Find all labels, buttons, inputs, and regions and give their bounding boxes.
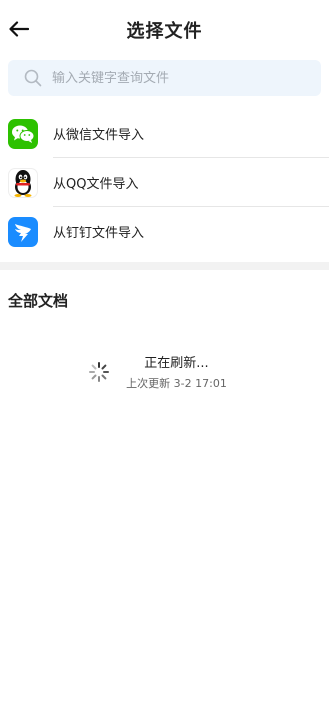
header: 选择文件 — [0, 0, 329, 60]
loading-status-text: 正在刷新... — [144, 356, 209, 371]
import-item-row: 从微信文件导入 — [53, 109, 329, 158]
search-input[interactable] — [52, 70, 292, 86]
arrow-left-icon — [9, 21, 29, 37]
section-title-all-documents: 全部文档 — [8, 292, 69, 310]
import-item-row: 从QQ文件导入 — [53, 158, 329, 207]
refresh-indicator: 正在刷新... 上次更新 3-2 17:01 — [0, 352, 329, 391]
last-updated-text: 上次更新 3-2 17:01 — [126, 377, 227, 390]
import-item-label: 从钉钉文件导入 — [53, 226, 145, 241]
page-title: 选择文件 — [126, 21, 203, 42]
wechat-icon — [8, 118, 38, 149]
loading-text-group: 正在刷新... 上次更新 3-2 17:01 — [126, 352, 227, 391]
search-icon — [24, 69, 42, 87]
import-item-row: 从钉钉文件导入 — [53, 207, 329, 256]
dingtalk-icon — [8, 216, 38, 247]
qq-penguin-icon — [8, 167, 38, 198]
search-bar[interactable] — [8, 60, 321, 96]
import-item-label: 从微信文件导入 — [53, 127, 145, 143]
import-from-qq[interactable]: 从QQ文件导入 — [0, 158, 329, 207]
import-from-dingtalk[interactable]: 从钉钉文件导入 — [0, 207, 329, 256]
section-divider — [0, 262, 329, 270]
loading-spinner-icon — [89, 361, 110, 382]
back-button[interactable] — [6, 16, 32, 42]
import-item-label: 从QQ文件导入 — [53, 176, 139, 192]
import-from-wechat[interactable]: 从微信文件导入 — [0, 109, 329, 158]
import-source-list: 从微信文件导入 从QQ文件导入 从钉钉文件导入 — [0, 109, 329, 256]
